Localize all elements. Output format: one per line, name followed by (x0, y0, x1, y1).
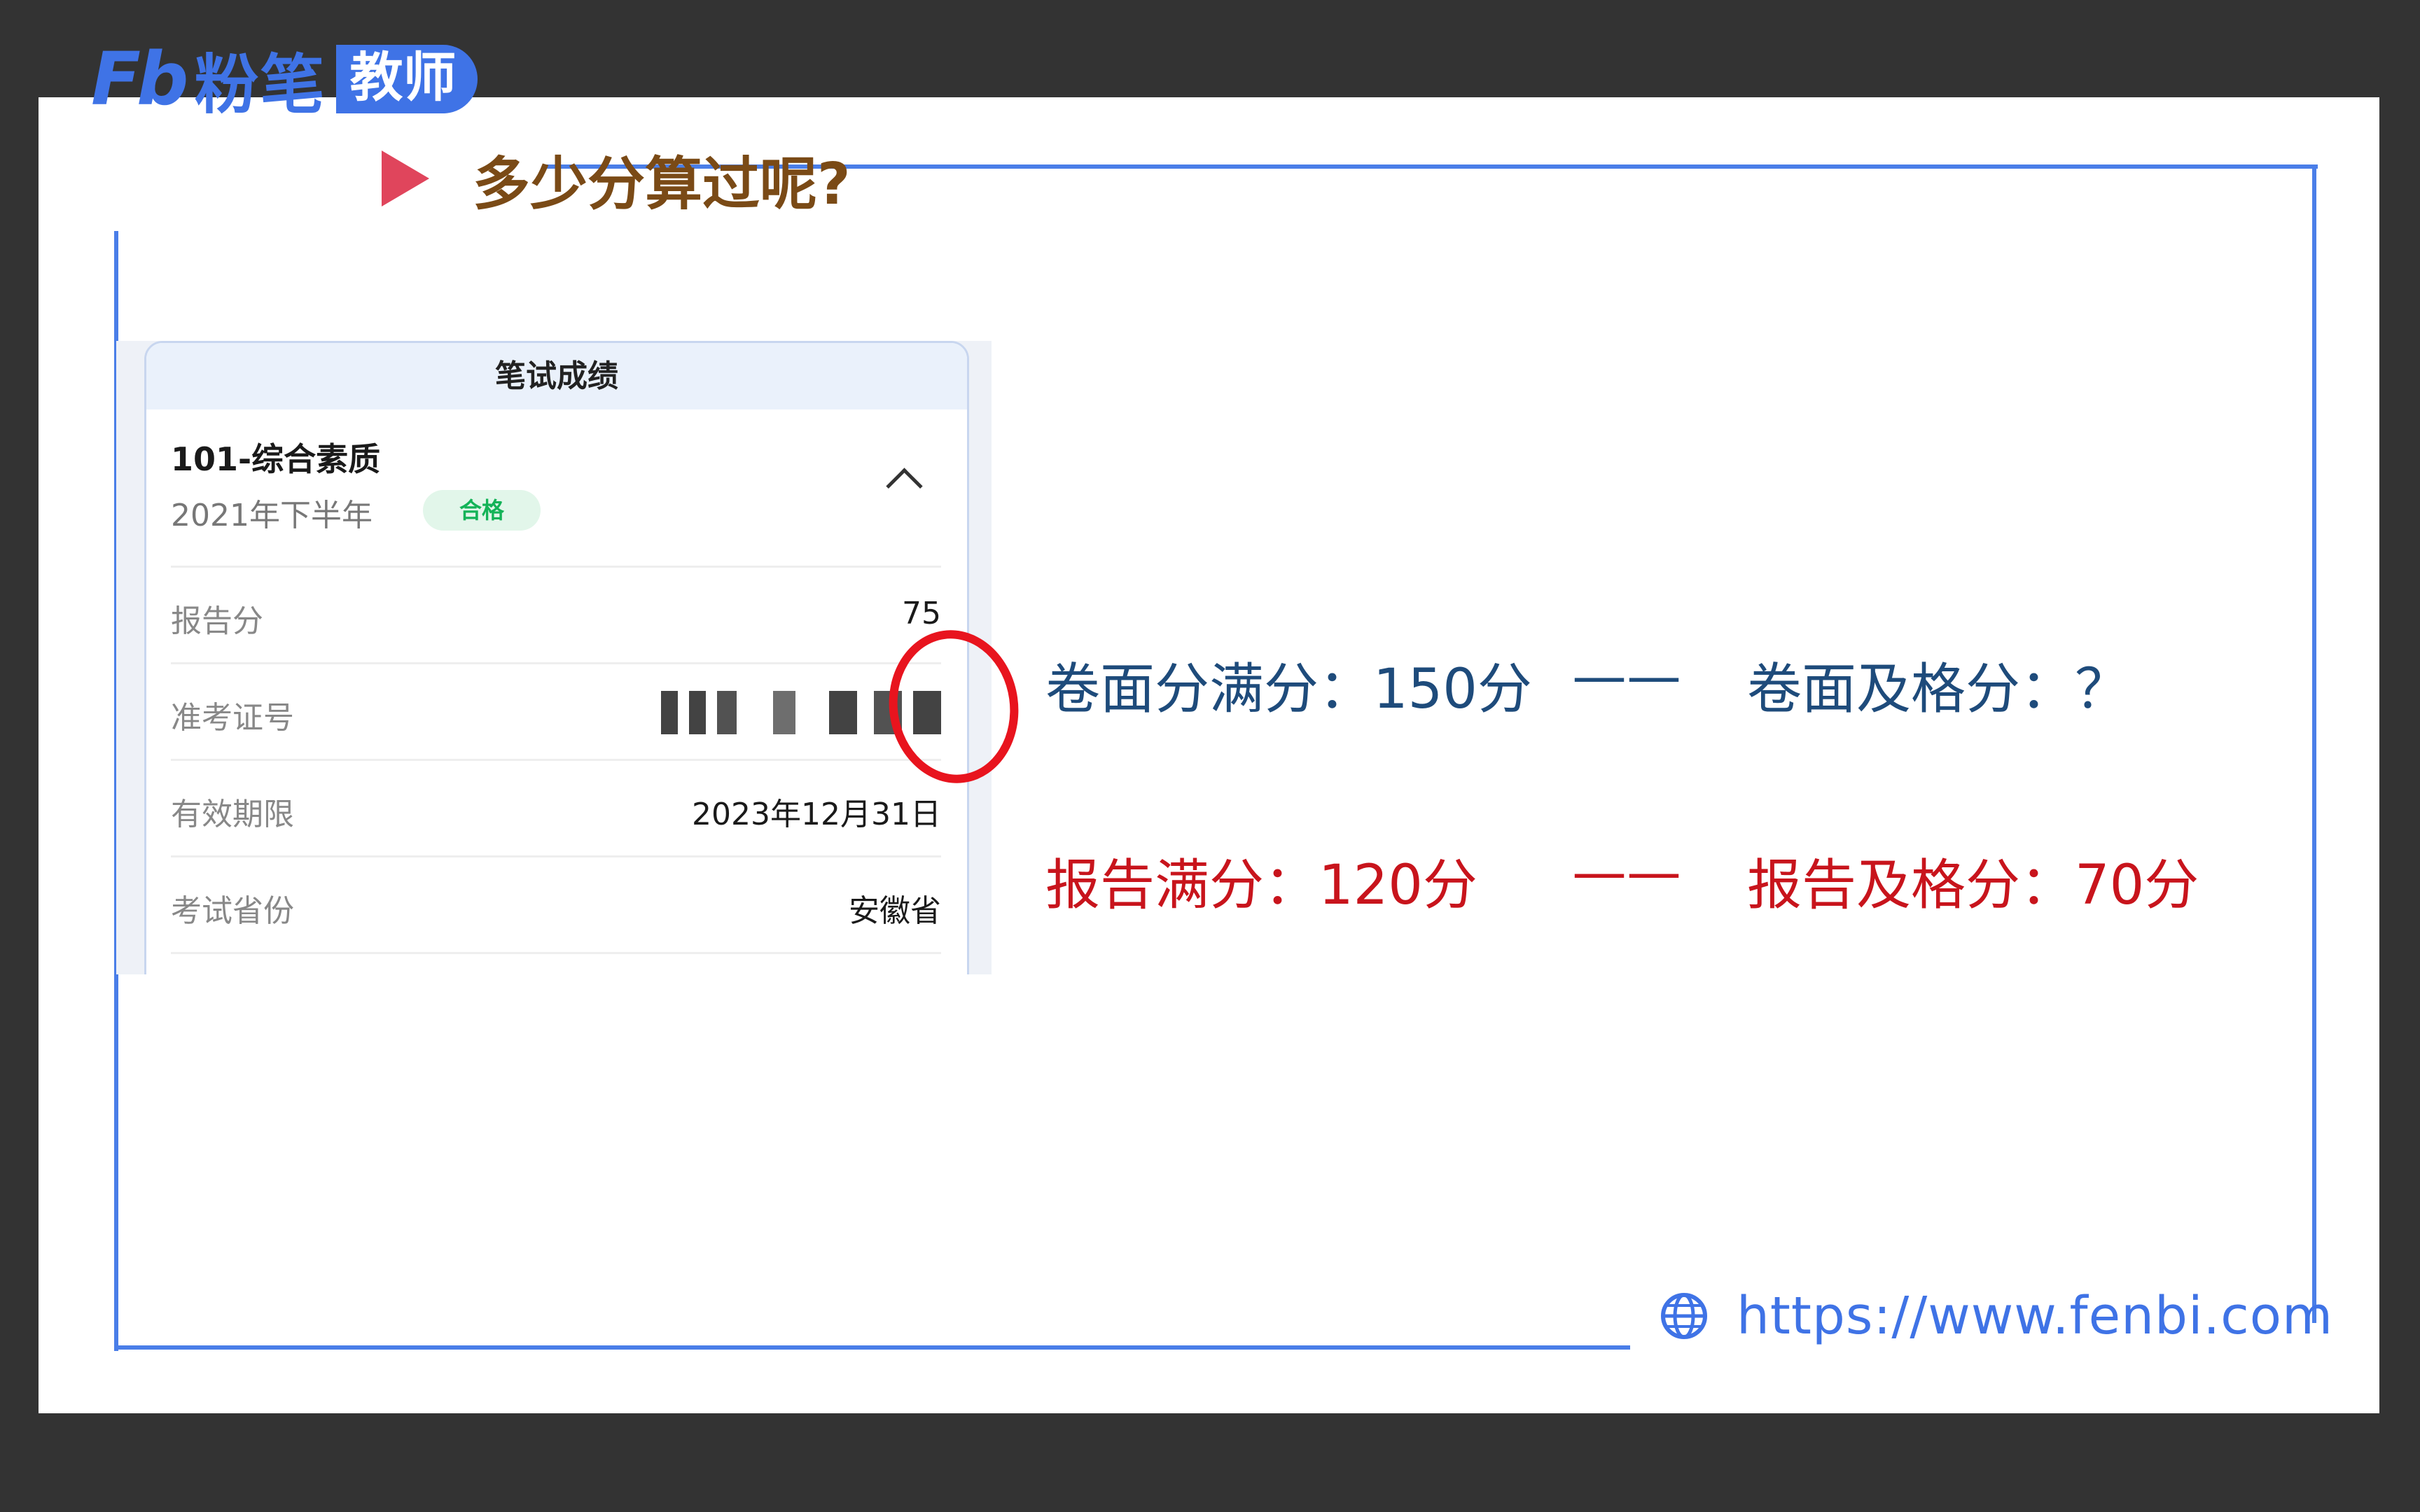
card-header: 笔试成绩 (146, 343, 967, 410)
report-pass-score: 报告及格分：70分 (1747, 854, 2199, 917)
row-report-score: 报告分 75 (171, 566, 941, 664)
footer-url: https://www.fenbi.com (1660, 1281, 2333, 1351)
logo-tag: 教师 (335, 45, 478, 113)
heading-text: 多少分算过呢? (473, 150, 851, 218)
dash-1: —— (1572, 645, 1681, 708)
row-divider (171, 952, 941, 974)
score-screenshot: 笔试成绩 101-综合素质 2021年下半年 合格 报告分 75 准考证号 有效… (116, 341, 992, 974)
paper-full-score: 卷面分满分：150分 (1045, 658, 1532, 721)
row-label: 有效期限 (171, 797, 294, 832)
score-card: 笔试成绩 101-综合素质 2021年下半年 合格 报告分 75 准考证号 有效… (144, 341, 969, 974)
row-admission-number: 准考证号 (171, 662, 941, 761)
row-exam-province: 考试省份 安徽省 (171, 855, 941, 954)
slide-heading: 多少分算过呢? (382, 136, 851, 220)
globe-icon (1661, 1293, 1707, 1339)
pass-badge: 合格 (423, 490, 541, 531)
row-label: 准考证号 (171, 700, 294, 736)
frame-bottom-line (114, 1345, 1630, 1350)
row-label: 考试省份 (171, 893, 294, 929)
dash-2: —— (1572, 841, 1681, 904)
triangle-bullet-icon (382, 150, 429, 206)
fenbi-logo: Fb 粉笔 教师 (91, 36, 478, 122)
url-link[interactable]: https://www.fenbi.com (1737, 1286, 2333, 1346)
subject-title: 101-综合素质 (171, 440, 381, 478)
frame-right-line (2312, 164, 2316, 1323)
chevron-up-icon[interactable] (886, 468, 923, 505)
row-valid-until: 有效期限 2023年12月31日 (171, 759, 941, 858)
logo-mark: Fb (91, 36, 188, 122)
row-value: 75 (902, 596, 941, 631)
exam-term: 2021年下半年 (171, 498, 373, 533)
report-full-score: 报告满分：120分 (1045, 854, 1477, 917)
row-value: 安徽省 (849, 893, 941, 929)
logo-name: 粉笔 (194, 47, 326, 122)
row-label: 报告分 (171, 603, 263, 639)
row-value: 2023年12月31日 (692, 797, 941, 832)
paper-pass-score: 卷面及格分：？ (1747, 658, 2130, 721)
